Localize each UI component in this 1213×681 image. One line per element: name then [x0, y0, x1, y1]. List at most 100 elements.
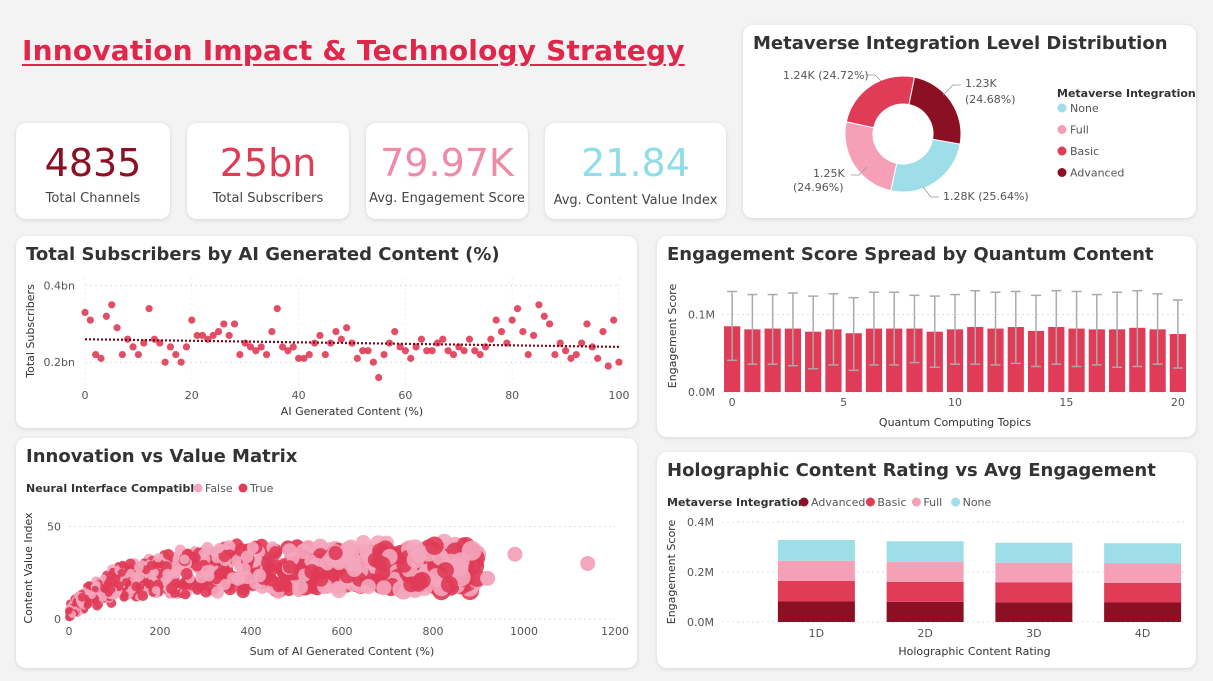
- legend-label-none: None: [1070, 102, 1099, 115]
- ytick-label: 0.1M: [688, 309, 715, 322]
- matrix-point: [106, 585, 116, 594]
- scatter-point: [268, 327, 276, 336]
- scatter-point: [417, 335, 426, 343]
- donut-chart[interactable]: 1.24K (24.72%) 1.23K (24.68%) 1.25K (24.…: [743, 25, 1196, 218]
- scatter-point: [321, 350, 329, 359]
- scatter-point: [428, 347, 436, 355]
- matrix-point: [162, 568, 173, 580]
- scatter-point: [113, 324, 121, 332]
- scatter-point: [343, 324, 351, 332]
- matrix-point: [360, 578, 376, 595]
- scatter-point: [81, 308, 89, 317]
- matrix-point: [179, 554, 190, 565]
- x-axis-label: Holographic Content Rating: [898, 645, 1050, 658]
- donut-slice-basic: [845, 75, 916, 129]
- scatter-point: [460, 347, 468, 355]
- kpi-label: Avg. Content Value Index: [553, 193, 718, 208]
- matrix-point: [437, 562, 454, 579]
- scatter-point: [134, 350, 142, 359]
- y-axis-label: Total Subscribers: [24, 284, 37, 379]
- scatter-point: [220, 320, 228, 328]
- innovation-matrix-card[interactable]: Innovation vs Value Matrix Neural Interf…: [16, 438, 637, 668]
- scatter-point: [262, 350, 271, 359]
- ytick-label: 50: [47, 521, 61, 534]
- donut-label-basic: 1.24K (24.72%): [783, 69, 869, 82]
- kpi-card-content-value[interactable]: 21.84 Avg. Content Value Index: [545, 123, 726, 219]
- scatter-point: [594, 354, 602, 362]
- scatter-point: [615, 358, 623, 366]
- scatter-point: [540, 312, 548, 320]
- matrix-point: [162, 548, 174, 560]
- legend-label-basic: Basic: [877, 496, 906, 509]
- stacked-segment-full: [886, 561, 964, 582]
- matrix-point: [65, 607, 73, 615]
- scatter-point: [551, 350, 559, 359]
- matrix-point: [213, 543, 225, 554]
- holographic-card[interactable]: Holographic Content Rating vs Avg Engage…: [657, 452, 1196, 668]
- stacked-segment-full: [777, 560, 855, 581]
- xtick-label: 5: [840, 396, 847, 409]
- xtick-label: 200: [150, 625, 171, 638]
- xtick-label: 15: [1059, 396, 1073, 409]
- legend-marker-basic: [865, 497, 875, 507]
- matrix-point: [304, 564, 320, 580]
- xtick-label: 100: [609, 389, 630, 402]
- x-axis-label: Sum of AI Generated Content (%): [250, 645, 435, 658]
- kpi-card-engagement[interactable]: 79.97K Avg. Engagement Score: [366, 123, 528, 219]
- xtick-label: 80: [505, 389, 519, 402]
- matrix-point: [106, 571, 115, 580]
- kpi-value: 21.84: [581, 141, 690, 185]
- xtick-label: 3D: [1026, 627, 1041, 640]
- scatter-point: [145, 305, 153, 313]
- scatter-point: [289, 343, 297, 351]
- matrix-point: [580, 556, 596, 571]
- matrix-point: [480, 570, 496, 586]
- matrix-point: [133, 562, 144, 573]
- scatter-point: [172, 350, 180, 359]
- stacked-segment-advanced: [777, 601, 855, 622]
- kpi-card-subscribers[interactable]: 25bn Total Subscribers: [187, 123, 349, 219]
- stacked-segment-basic: [995, 582, 1073, 603]
- matrix-point: [376, 580, 392, 596]
- legend-marker-advanced: [799, 497, 809, 507]
- scatter-point: [177, 358, 185, 366]
- matrix-point: [191, 553, 201, 563]
- xtick-label: 0: [66, 625, 73, 638]
- ytick-label: 0.0M: [687, 616, 714, 629]
- kpi-card-channels[interactable]: 4835 Total Channels: [16, 123, 170, 219]
- matrix-point: [375, 556, 391, 572]
- scatter-point: [545, 320, 554, 328]
- scatter-point: [257, 343, 265, 351]
- stacked-segment-basic: [777, 581, 855, 602]
- legend-label-none: None: [963, 496, 992, 509]
- engagement-bar-chart[interactable]: 0.1M 0.0M 0 5 10 15 20 Quantum Computing Topics…: [657, 236, 1196, 437]
- scatter-point: [337, 335, 345, 343]
- subscribers-scatter-card[interactable]: Total Subscribers by AI Generated Conten…: [16, 236, 637, 428]
- matrix-point: [117, 568, 126, 577]
- scatter-point: [375, 373, 383, 382]
- y-axis-label: Engagement Score: [666, 284, 679, 389]
- matrix-point: [328, 545, 343, 561]
- legend-label-false: False: [205, 482, 233, 495]
- scatter-point: [161, 358, 169, 366]
- engagement-bars-card[interactable]: Engagement Score Spread by Quantum Conte…: [657, 236, 1196, 437]
- subscribers-scatter-chart[interactable]: 0.4bn 0.2bn 0 20 40 60 80 100 AI Generated Conte…: [16, 236, 637, 428]
- matrix-point: [451, 552, 470, 571]
- holographic-stacked-chart[interactable]: Metaverse Integration Advanced Basic Full No…: [657, 452, 1196, 668]
- innovation-matrix-chart[interactable]: Neural Interface Compatible False True 0 50 0…: [16, 438, 637, 668]
- scatter-point: [487, 335, 495, 343]
- scatter-point: [508, 316, 516, 324]
- scatter-point: [182, 343, 191, 351]
- y-axis-label: Content Value Index: [22, 512, 35, 624]
- scatter-point: [369, 358, 377, 366]
- x-axis-label: Quantum Computing Topics: [879, 416, 1031, 429]
- scatter-point: [188, 316, 196, 324]
- legend-marker-full: [1057, 125, 1067, 134]
- matrix-point: [331, 580, 346, 595]
- xtick-label: 10: [948, 396, 962, 409]
- kpi-label: Avg. Engagement Score: [369, 191, 525, 206]
- matrix-point: [406, 550, 425, 569]
- matrix-point: [88, 591, 96, 600]
- donut-card[interactable]: Metaverse Integration Level Distribution…: [743, 25, 1196, 218]
- xtick-label: 1000: [510, 625, 538, 638]
